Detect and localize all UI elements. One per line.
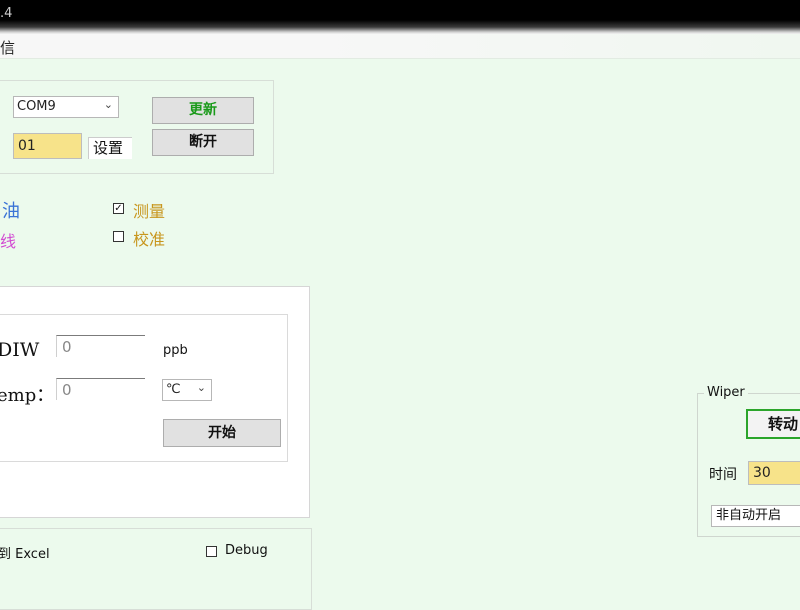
rotate-button[interactable]: 转动 — [746, 409, 800, 439]
temp-unit-value: ℃ — [166, 382, 181, 397]
diw-unit-label: ppb — [163, 343, 188, 358]
address-input[interactable]: 01 — [13, 133, 82, 159]
chevron-down-icon: ⌄ — [103, 98, 113, 111]
calibrate-label: 校准 — [133, 230, 166, 249]
export-excel-label[interactable]: 到 Excel — [0, 543, 50, 562]
set-address-button[interactable]: 设置 — [88, 137, 132, 159]
measure-label: 测量 — [133, 202, 166, 221]
chevron-down-icon: ⌄ — [196, 381, 206, 394]
diw-value-field[interactable]: 0 — [56, 335, 145, 357]
oil-label: 油 — [2, 201, 20, 222]
temp-unit-select[interactable]: ℃ ⌄ — [162, 379, 212, 401]
port-select-value: COM9 — [17, 99, 56, 114]
measure-checkbox[interactable]: ✓ — [113, 203, 124, 214]
menu-bar — [0, 34, 800, 59]
debug-label: Debug — [225, 543, 268, 558]
time-input[interactable]: 30 — [748, 461, 800, 485]
calibrate-checkbox[interactable] — [113, 231, 124, 242]
debug-checkbox[interactable] — [206, 546, 217, 557]
line-label: 线 — [0, 232, 17, 251]
connection-group — [0, 80, 274, 174]
wiper-mode-select[interactable]: 非自动开启 — [711, 505, 800, 527]
start-button[interactable]: 开始 — [163, 419, 281, 447]
window-title-bar — [0, 0, 800, 34]
disconnect-button[interactable]: 断开 — [152, 129, 254, 156]
export-panel — [0, 528, 312, 610]
time-label: 时间 — [709, 467, 737, 483]
window-title: .4 — [0, 6, 13, 21]
wiper-group-label: Wiper — [704, 385, 748, 400]
port-select[interactable]: COM9 ⌄ — [13, 96, 119, 118]
temp-label: emp： — [0, 385, 55, 406]
temp-value-field[interactable]: 0 — [56, 378, 145, 400]
refresh-button[interactable]: 更新 — [152, 97, 254, 124]
diw-label: DIW — [0, 339, 40, 361]
menu-item-comm[interactable]: 信 — [0, 37, 15, 58]
